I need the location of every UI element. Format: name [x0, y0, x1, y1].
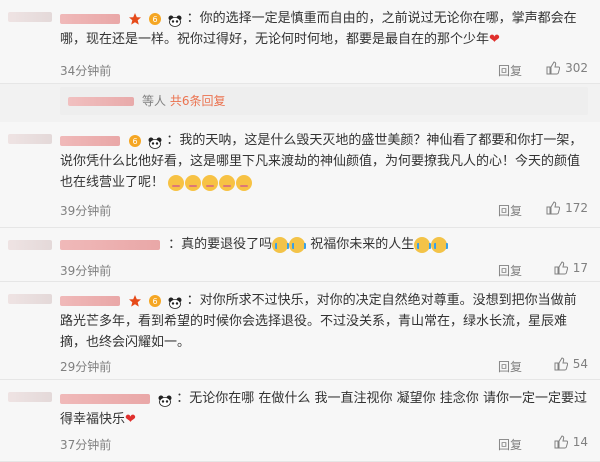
comment-text-2: 祝福你未来的人生	[310, 237, 415, 252]
smile-emoji-icon	[219, 174, 236, 191]
svg-text:6: 6	[153, 15, 158, 24]
comment-item: ：无论你在哪 在做什么 我一直注视你 凝望你 挂念你 请你一定一定要过得幸福快乐…	[0, 380, 600, 462]
star-badge-icon	[128, 294, 142, 308]
level-badge-icon: 6	[148, 12, 162, 26]
reply-button[interactable]: 回复	[498, 436, 522, 453]
crying-emoji-icon	[272, 236, 290, 253]
comment-body: 6 ：我的天呐，这是什么毁天灭地的盛世美颜？神仙看了都要和你打一架，说你凭什么比…	[60, 130, 588, 193]
like-count: 54	[572, 357, 588, 371]
comment-body: ：无论你在哪 在做什么 我一直注视你 凝望你 挂念你 请你一定一定要过得幸福快乐…	[60, 388, 588, 430]
comment-text: ：真的要退役了吗	[168, 237, 273, 252]
panda-icon	[158, 393, 172, 407]
smile-emoji-icon	[236, 174, 253, 191]
comment-item: ：真的要退役了吗 祝福你未来的人生 39分钟前 回复 17	[0, 228, 600, 282]
heart-icon: ❤	[489, 32, 500, 47]
thumbs-up-icon	[554, 261, 568, 275]
comment-item: 6 ：我的天呐，这是什么毁天灭地的盛世美颜？神仙看了都要和你打一架，说你凭什么比…	[0, 122, 600, 228]
comment-body: 6 ：对你所求不过快乐，对你的决定自然绝对尊重。没想到把你当做前路光芒多年，看到…	[60, 290, 588, 353]
reply-usernames	[68, 97, 134, 106]
crying-emoji-icon	[414, 236, 432, 253]
comment-item: 6 ：你的选择一定是慎重而自由的，之前说过无论你在哪，掌声都会在哪，现在还是一样…	[0, 0, 600, 84]
panda-icon	[168, 295, 182, 309]
username[interactable]	[60, 239, 160, 250]
reply-button[interactable]: 回复	[498, 358, 522, 375]
level-badge-icon: 6	[128, 134, 142, 148]
avatar[interactable]	[8, 240, 52, 250]
reply-button[interactable]: 回复	[498, 62, 522, 79]
reply-button[interactable]: 回复	[498, 202, 522, 219]
avatar[interactable]	[8, 392, 52, 402]
emoji-row	[168, 174, 253, 191]
avatar[interactable]	[8, 294, 52, 304]
username[interactable]	[60, 393, 150, 404]
smile-emoji-icon	[168, 174, 185, 191]
replies-summary[interactable]: 等人 共6条回复	[60, 87, 588, 115]
view-replies-link[interactable]: 共6条回复	[170, 94, 226, 108]
thumbs-up-icon	[554, 357, 568, 371]
comment-time: 39分钟前	[60, 264, 112, 278]
like-count: 302	[565, 61, 588, 75]
reply-button[interactable]: 回复	[498, 262, 522, 279]
comment-body: 6 ：你的选择一定是慎重而自由的，之前说过无论你在哪，掌声都会在哪，现在还是一样…	[60, 8, 588, 50]
replies-prefix: 等人	[142, 94, 167, 108]
star-badge-icon	[128, 12, 142, 26]
smile-emoji-icon	[202, 174, 219, 191]
like-count: 14	[572, 435, 588, 449]
thumbs-up-icon	[554, 435, 568, 449]
comment-time: 39分钟前	[60, 204, 112, 218]
level-badge-icon: 6	[148, 294, 162, 308]
comment-time: 34分钟前	[60, 64, 112, 78]
panda-icon	[148, 135, 162, 149]
username[interactable]	[60, 295, 120, 306]
svg-text:6: 6	[133, 137, 138, 146]
comment-item: 6 ：对你所求不过快乐，对你的决定自然绝对尊重。没想到把你当做前路光芒多年，看到…	[0, 282, 600, 380]
like-count: 17	[572, 261, 588, 275]
like-button[interactable]: 14	[554, 435, 588, 449]
crying-emoji-icon	[431, 236, 449, 253]
avatar[interactable]	[8, 134, 52, 144]
like-button[interactable]: 17	[554, 261, 588, 275]
thumbs-up-icon	[546, 201, 561, 215]
comment-time: 37分钟前	[60, 438, 112, 452]
username[interactable]	[60, 135, 120, 146]
svg-text:6: 6	[153, 297, 158, 306]
heart-icon: ❤	[125, 412, 136, 427]
like-count: 172	[565, 201, 588, 215]
thumbs-up-icon	[546, 61, 561, 75]
comment-list: 6 ：你的选择一定是慎重而自由的，之前说过无论你在哪，掌声都会在哪，现在还是一样…	[0, 0, 600, 462]
like-button[interactable]: 302	[546, 61, 588, 75]
smile-emoji-icon	[185, 174, 202, 191]
like-button[interactable]: 54	[554, 357, 588, 371]
crying-emoji-icon	[289, 236, 307, 253]
comment-time: 29分钟前	[60, 360, 112, 374]
comment-body: ：真的要退役了吗 祝福你未来的人生	[60, 234, 588, 255]
username[interactable]	[60, 13, 120, 24]
like-button[interactable]: 172	[546, 201, 588, 215]
panda-icon	[168, 13, 182, 27]
avatar[interactable]	[8, 12, 52, 22]
